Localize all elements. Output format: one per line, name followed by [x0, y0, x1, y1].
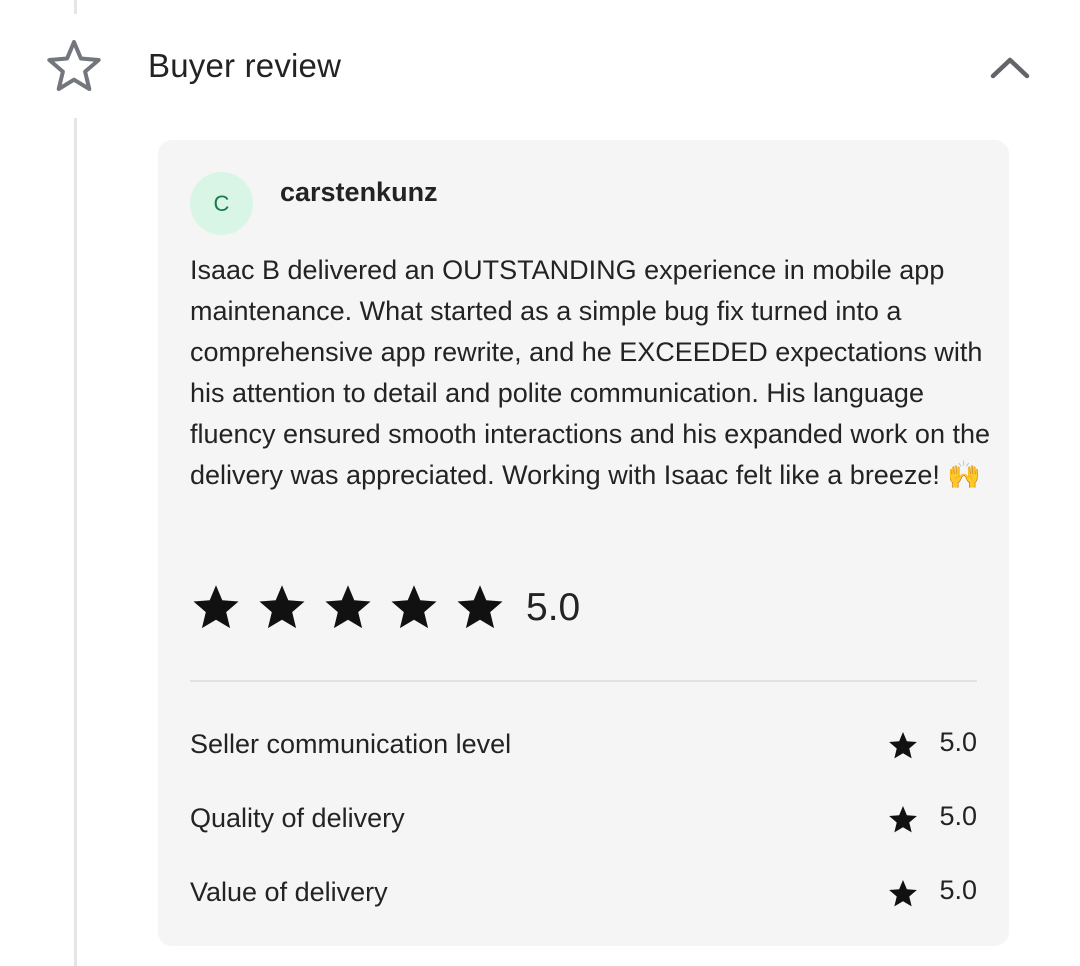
reviewer-username[interactable]: carstenkunz	[280, 174, 438, 210]
criteria-label: Value of delivery	[190, 877, 388, 907]
avatar[interactable]: C	[190, 172, 253, 235]
divider	[190, 680, 977, 682]
criteria-row-communication: Seller communication level 5.0	[190, 724, 977, 764]
star-filled-icon	[391, 585, 437, 629]
criteria-value: 5.0	[939, 801, 977, 831]
star-filled-icon	[325, 585, 371, 629]
section-title: Buyer review	[148, 47, 342, 84]
star-filled-icon	[889, 806, 917, 833]
star-filled-icon	[259, 585, 305, 629]
timeline-line-top	[74, 0, 77, 14]
criteria-row-value: Value of delivery 5.0	[190, 872, 977, 912]
star-outline-icon	[47, 40, 101, 91]
timeline-line	[74, 118, 77, 966]
chevron-up-icon[interactable]	[986, 48, 1034, 88]
review-text: Isaac B delivered an OUTSTANDING experie…	[190, 255, 990, 490]
star-filled-icon	[193, 585, 239, 629]
star-filled-icon	[889, 880, 917, 907]
criteria-row-quality: Quality of delivery 5.0	[190, 798, 977, 838]
overall-rating-value: 5.0	[526, 586, 581, 629]
criteria-value: 5.0	[939, 727, 977, 757]
criteria-label: Quality of delivery	[190, 803, 405, 833]
star-filled-icon	[457, 585, 503, 629]
overall-rating: 5.0	[190, 582, 580, 634]
criteria-value: 5.0	[939, 875, 977, 905]
criteria-label: Seller communication level	[190, 729, 512, 759]
star-filled-icon	[889, 732, 917, 759]
